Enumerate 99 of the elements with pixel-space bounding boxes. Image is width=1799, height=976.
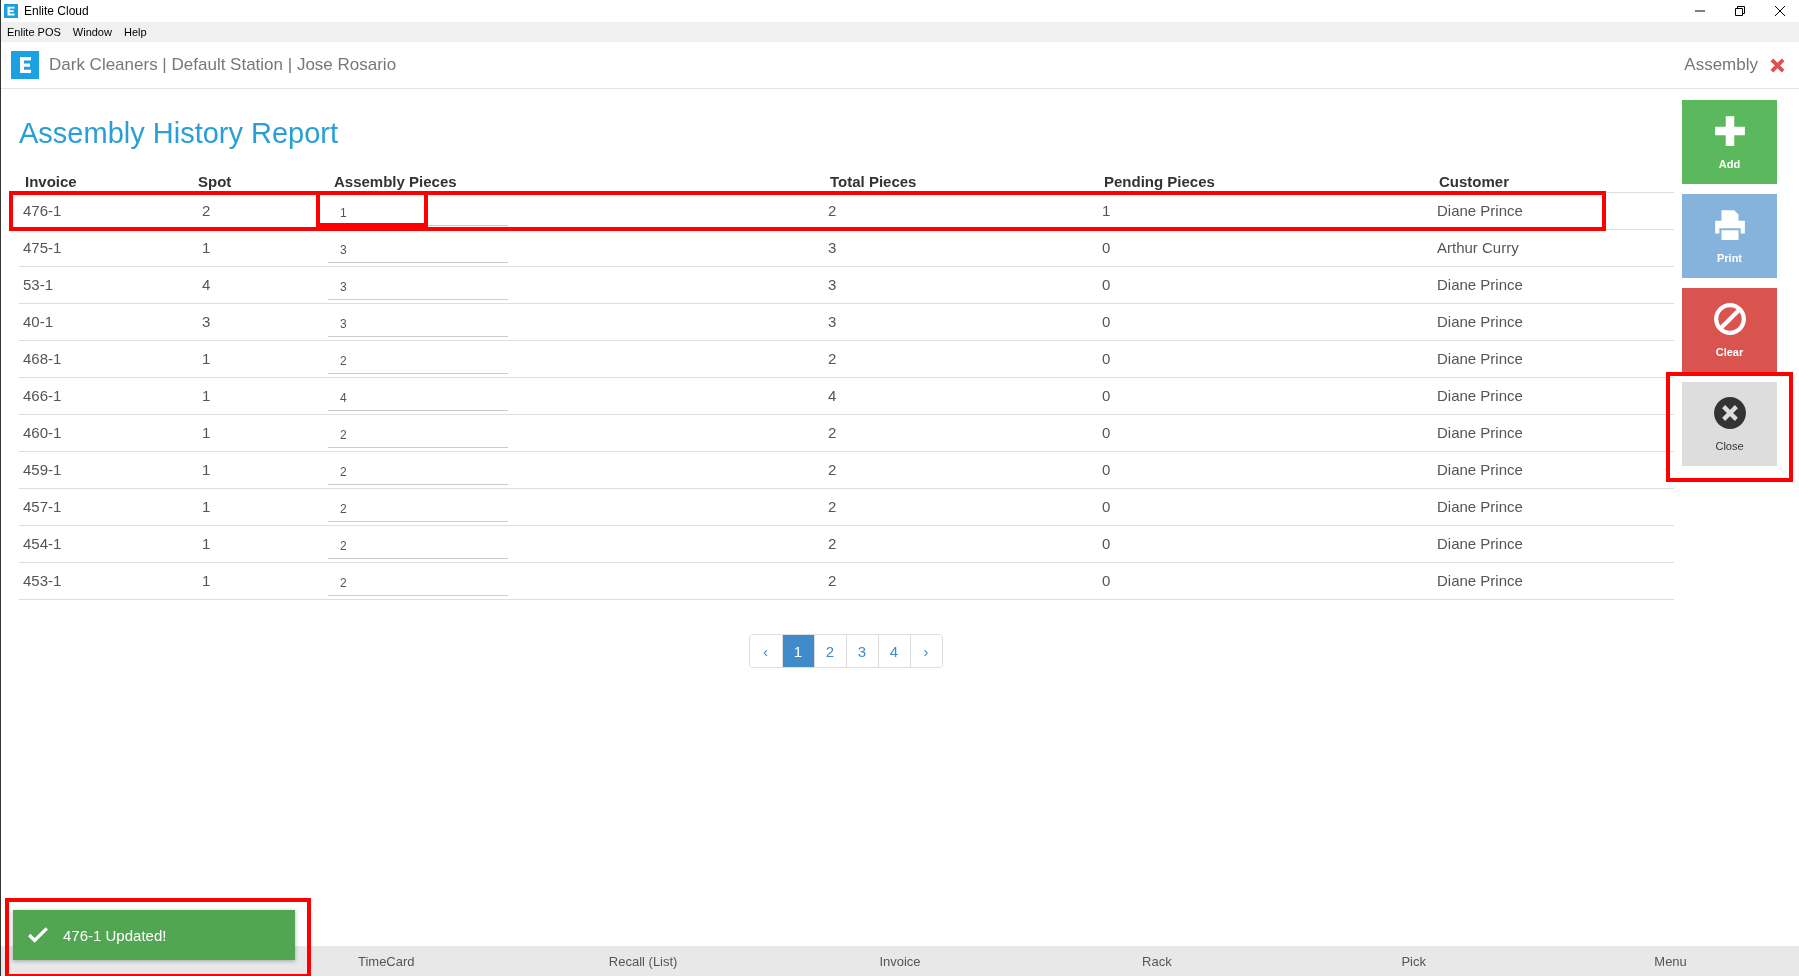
context-title: Dark Cleaners | Default Station | Jose Rosario bbox=[49, 55, 397, 75]
table-cell-text: 1 bbox=[201, 534, 212, 554]
table-cell-text: 460-1 bbox=[22, 423, 63, 443]
app-logo-icon bbox=[4, 4, 18, 18]
table-cell-text: 4 bbox=[827, 386, 838, 406]
nav-tab[interactable]: Menu bbox=[1542, 953, 1799, 969]
close-button[interactable]: Close bbox=[1682, 382, 1777, 466]
table-cell-text: Diane Prince bbox=[1436, 275, 1524, 295]
input-field[interactable]: 2 bbox=[328, 452, 508, 485]
table-cell-text: 2 bbox=[201, 201, 212, 221]
table-cell-text: Arthur Curry bbox=[1436, 238, 1520, 258]
input-field[interactable]: 2 bbox=[328, 415, 508, 448]
table-cell-text: Diane Prince bbox=[1436, 349, 1524, 369]
nav-tab[interactable]: TimeCard bbox=[257, 953, 515, 969]
column-header: Spot bbox=[198, 173, 233, 190]
table-cell-text: 468-1 bbox=[22, 349, 63, 369]
table-cell-text: 0 bbox=[1101, 571, 1112, 591]
table-cell-text: 459-1 bbox=[22, 460, 63, 480]
column-header: Assembly Pieces bbox=[333, 173, 458, 190]
table-cell-text: 4 bbox=[201, 275, 212, 295]
table-cell-text: 40-1 bbox=[22, 312, 55, 332]
input-field[interactable]: 3 bbox=[328, 304, 508, 337]
table-cell-text: 3 bbox=[827, 238, 838, 258]
table-cell-text: 0 bbox=[1101, 534, 1112, 554]
input-field[interactable]: 4 bbox=[328, 378, 508, 411]
table-cell-text: 454-1 bbox=[22, 534, 63, 554]
menu-item[interactable]: Enlite POS bbox=[7, 26, 61, 38]
table-cell-text: Diane Prince bbox=[1436, 312, 1524, 332]
table-cell-text: Diane Prince bbox=[1436, 571, 1524, 591]
input-field[interactable]: 1 bbox=[328, 193, 508, 226]
window-title: Enlite Cloud bbox=[24, 4, 89, 18]
table-cell-text: 453-1 bbox=[22, 571, 63, 591]
table-cell-text: 1 bbox=[201, 238, 212, 258]
table-cell-text: 2 bbox=[827, 460, 838, 480]
table-cell-text: 53-1 bbox=[22, 275, 55, 295]
nav-tab[interactable]: Recall (List) bbox=[514, 953, 772, 969]
column-header: Pending Pieces bbox=[1103, 173, 1216, 190]
page-button[interactable]: 1 bbox=[781, 635, 814, 667]
table-cell-text: 1 bbox=[201, 460, 212, 480]
table-cell-text: Diane Prince bbox=[1436, 386, 1524, 406]
table-cell-text: 0 bbox=[1101, 497, 1112, 517]
table-cell-text: Diane Prince bbox=[1436, 460, 1524, 480]
report-title: Assembly History Report bbox=[19, 117, 340, 150]
nav-tab[interactable]: Pick bbox=[1285, 953, 1543, 969]
printer-icon bbox=[1712, 208, 1747, 242]
table-cell-text: 1 bbox=[201, 386, 212, 406]
table-cell-text: 2 bbox=[827, 497, 838, 517]
plus-icon bbox=[1712, 114, 1747, 148]
table-cell-text: 1 bbox=[201, 423, 212, 443]
table-cell-text: Diane Prince bbox=[1436, 534, 1524, 554]
module-title: Assembly bbox=[1684, 55, 1758, 75]
table-cell-text: 0 bbox=[1101, 238, 1112, 258]
input-field[interactable]: 2 bbox=[328, 526, 508, 559]
column-header: Customer bbox=[1438, 173, 1510, 190]
input-field[interactable]: 3 bbox=[328, 267, 508, 300]
table-cell-text: 475-1 bbox=[22, 238, 63, 258]
table-cell-text: 0 bbox=[1101, 460, 1112, 480]
table-cell-text: 1 bbox=[201, 349, 212, 369]
input-field[interactable]: 2 bbox=[328, 489, 508, 522]
input-field[interactable]: 3 bbox=[328, 230, 508, 263]
toast-message: 476-1 Updated! bbox=[63, 926, 167, 944]
table-cell-text: 2 bbox=[827, 423, 838, 443]
table-cell-text: 3 bbox=[827, 312, 838, 332]
input-field[interactable]: 2 bbox=[328, 341, 508, 374]
table-cell-text: Diane Prince bbox=[1436, 497, 1524, 517]
menu-item[interactable]: Help bbox=[123, 26, 147, 38]
nav-tab[interactable]: Rack bbox=[1028, 953, 1286, 969]
close-icon[interactable] bbox=[1775, 6, 1785, 16]
column-header: Invoice bbox=[24, 173, 78, 190]
prohibited-icon bbox=[1712, 302, 1747, 336]
table-cell-text: 476-1 bbox=[22, 201, 63, 221]
table-cell-text: 1 bbox=[201, 497, 212, 517]
table-cell-text: Diane Prince bbox=[1436, 201, 1524, 221]
table-cell-text: 1 bbox=[1101, 201, 1112, 221]
next-page-button[interactable]: › bbox=[909, 635, 942, 667]
table-cell-text: 2 bbox=[827, 201, 838, 221]
table-cell-text: 0 bbox=[1101, 275, 1112, 295]
clear-button[interactable]: Clear bbox=[1682, 288, 1777, 372]
table-cell-text: 457-1 bbox=[22, 497, 63, 517]
table-cell-text: 2 bbox=[827, 534, 838, 554]
menu-item[interactable]: Window bbox=[72, 26, 112, 38]
restore-icon[interactable] bbox=[1735, 6, 1745, 16]
app-logo-icon bbox=[11, 51, 39, 79]
table-cell-text: 0 bbox=[1101, 386, 1112, 406]
input-field[interactable]: 2 bbox=[328, 563, 508, 596]
table-cell-text: 3 bbox=[827, 275, 838, 295]
table-cell-text: 2 bbox=[827, 349, 838, 369]
table-cell-text: 0 bbox=[1101, 349, 1112, 369]
table-cell-text: 3 bbox=[201, 312, 212, 332]
table-cell-text: 1 bbox=[201, 571, 212, 591]
checkmark-icon bbox=[27, 926, 49, 944]
table-cell-text: 0 bbox=[1101, 423, 1112, 443]
table-cell-text: 466-1 bbox=[22, 386, 63, 406]
nav-tab[interactable]: Invoice bbox=[771, 953, 1029, 969]
table-cell-text: 2 bbox=[827, 571, 838, 591]
table-cell-text: Diane Prince bbox=[1436, 423, 1524, 443]
table-cell-text: 0 bbox=[1101, 312, 1112, 332]
column-header: Total Pieces bbox=[829, 173, 918, 190]
close-icon bbox=[1712, 396, 1747, 430]
